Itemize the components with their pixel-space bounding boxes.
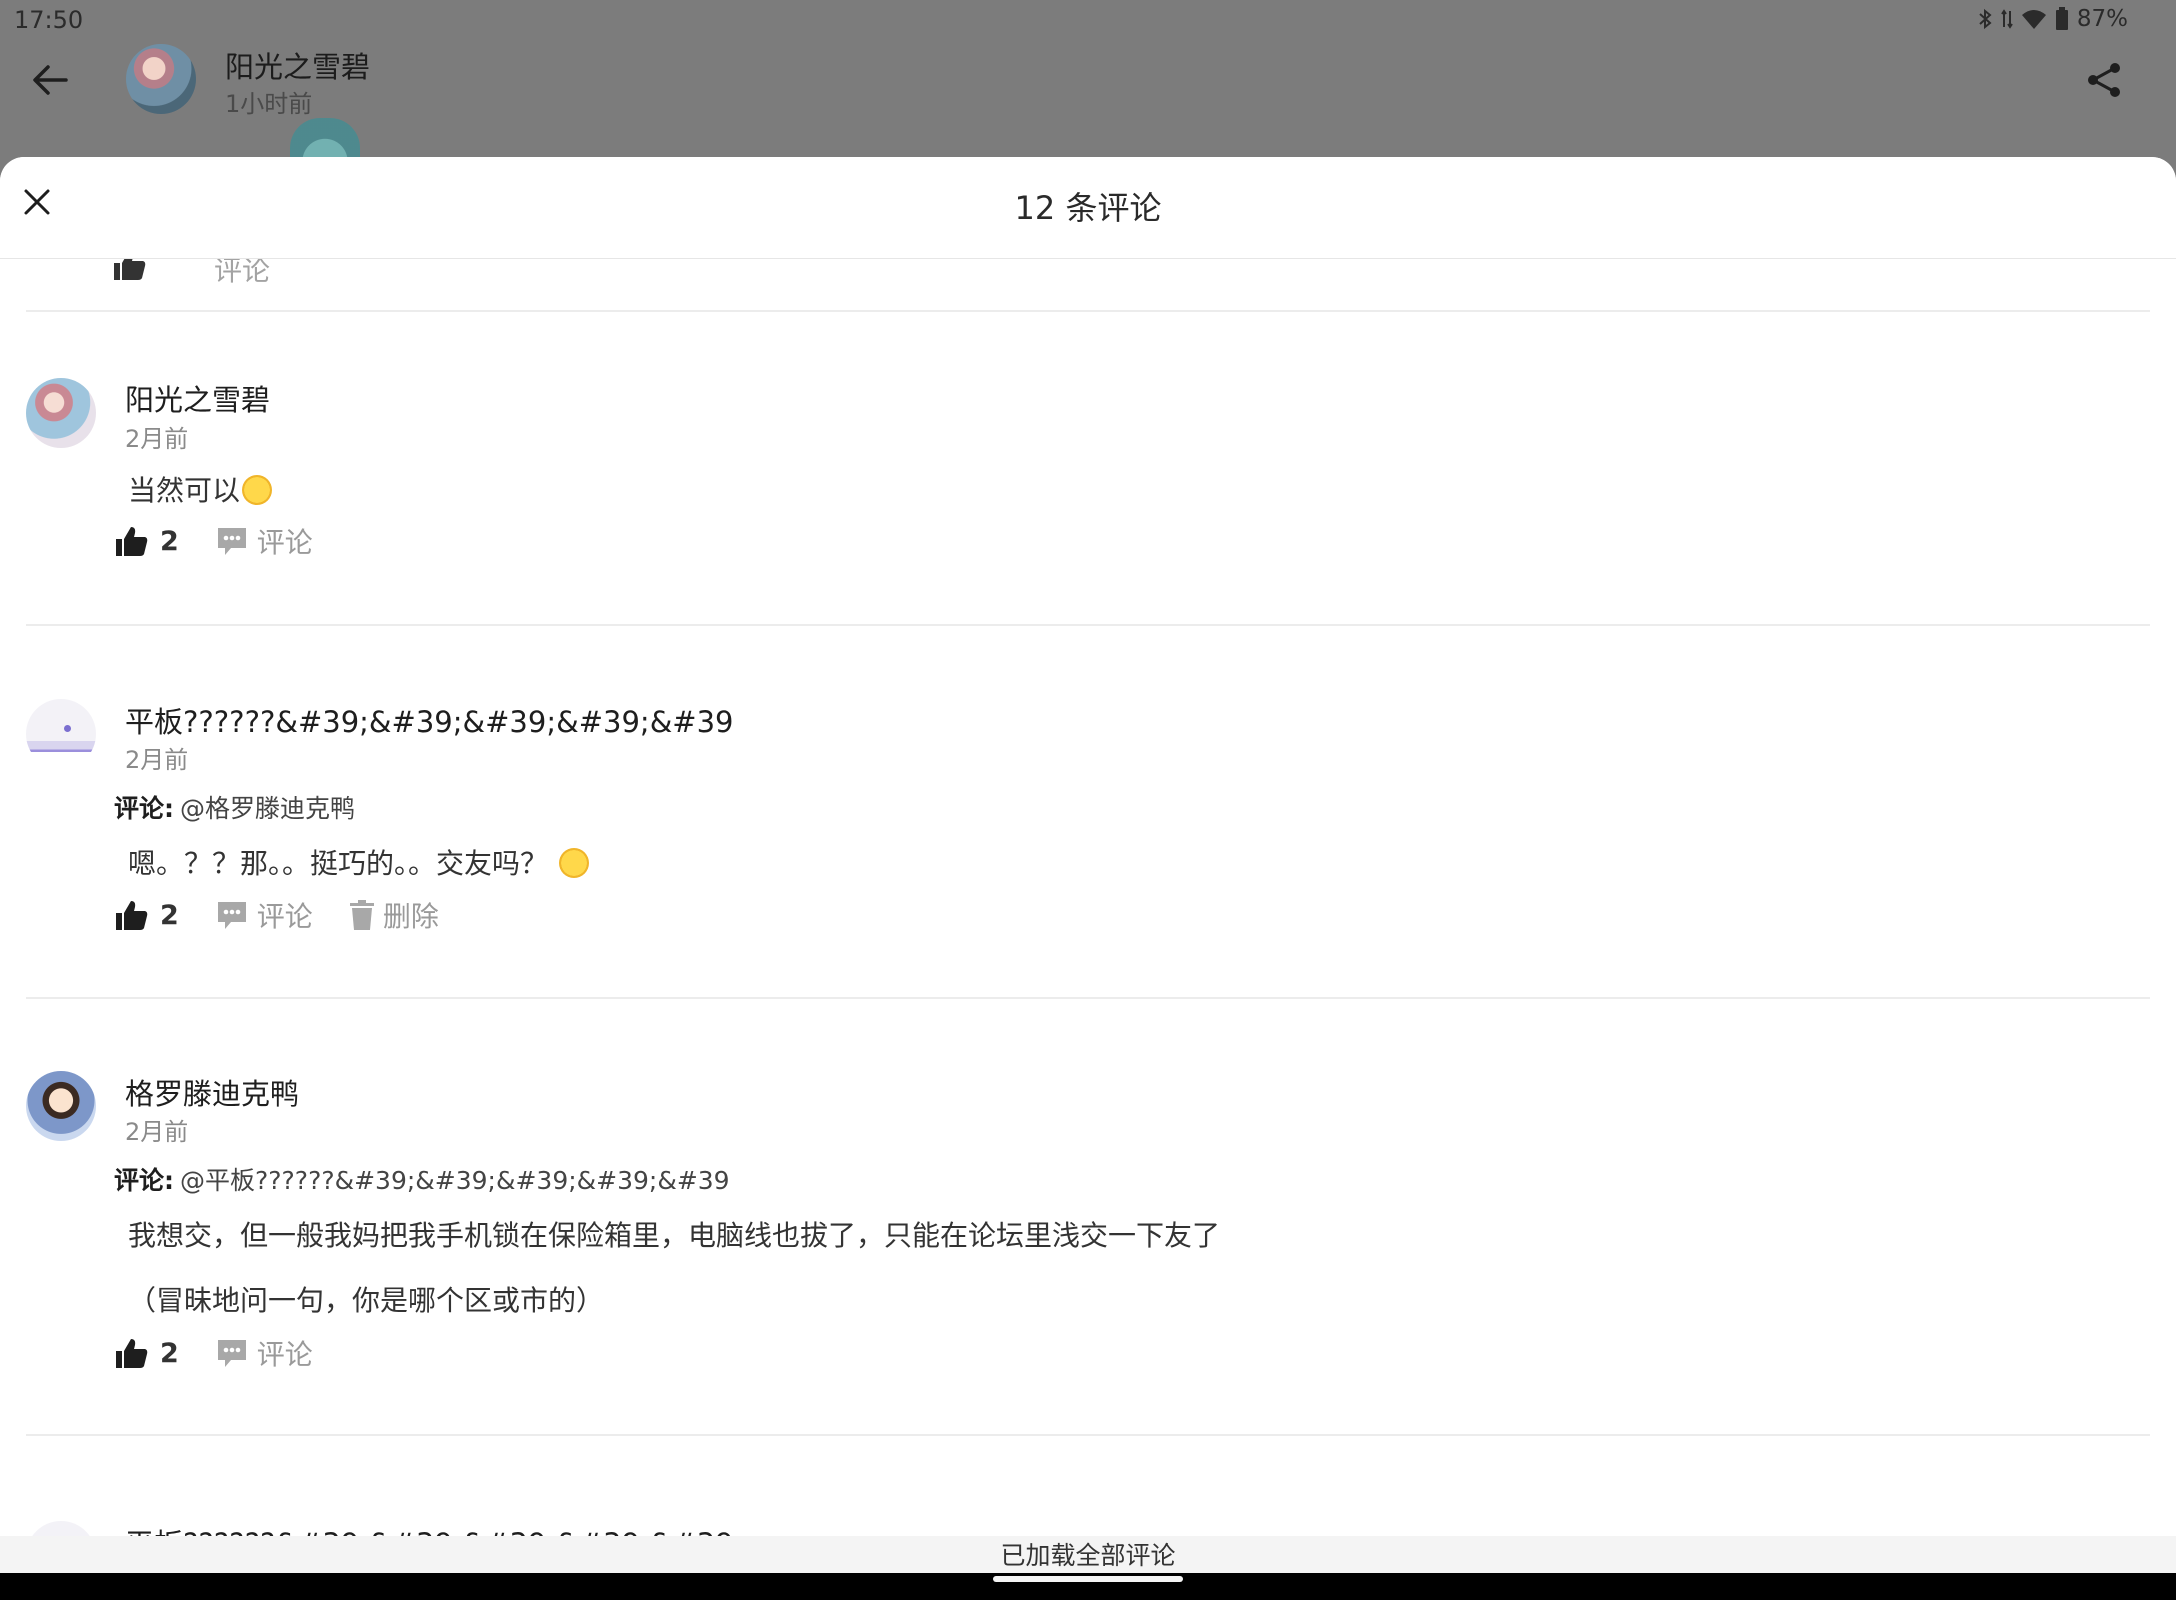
partial-action-row: 评论 [112,259,270,289]
all-loaded-footer: 已加载全部评论 [0,1536,2176,1576]
thumbs-up-icon [116,901,148,930]
comment-time: 2月前 [125,1118,189,1146]
comment-text-line2: （冒昧地问一句，你是哪个区或市的） [128,1284,605,1317]
reply-button[interactable]: 评论 [215,895,313,935]
back-arrow-icon[interactable] [28,58,72,102]
battery-percent: 87% [2076,6,2128,32]
reply-label: 评论 [256,526,313,559]
like-button[interactable]: 2 [114,1337,179,1369]
comment-avatar[interactable] [26,699,96,769]
like-count: 2 [160,899,179,931]
thumbs-up-icon [114,259,146,280]
wifi-icon [2021,10,2046,29]
signal-icon [2001,9,2013,29]
comments-sheet: 12 条评论 评论 阳光之雪碧 2月前 当然可以 2 评论 平板??????&#… [0,157,2176,1600]
like-button[interactable]: 2 [114,899,179,931]
reply-label: 评论 [256,900,313,933]
comment-text: 当然可以 [128,469,273,509]
trash-icon [349,900,374,930]
comment-bubble-icon [217,1340,246,1367]
comment-author[interactable]: 平板??????&#39;&#39;&#39;&#39;&#39 [125,699,734,741]
post-author-avatar[interactable] [126,44,196,114]
battery-icon [2055,7,2068,30]
comment-time: 2月前 [125,425,189,453]
thumbs-up-icon [116,527,148,556]
divider [26,624,2150,626]
comment-actions: 2 评论 [114,1333,349,1373]
reply-label: 评论 [256,1338,313,1371]
comment-actions: 2 评论 [114,521,349,561]
reply-button[interactable]: 评论 [215,1333,313,1373]
divider [26,997,2150,999]
divider [26,1434,2150,1436]
dimmed-post-background: 17:50 87% 阳光之雪碧 1小时前 [0,0,2176,180]
comments-count-title: 12 条评论 [1014,189,1162,227]
comment-author[interactable]: 格罗滕迪克鸭 [125,1071,299,1113]
comment-text: 嗯。？？那。。挺巧的。。交友吗？ [128,842,589,882]
comments-list[interactable]: 评论 阳光之雪碧 2月前 当然可以 2 评论 平板??????&#39;&#39… [0,259,2176,1537]
comment-avatar[interactable] [26,378,96,448]
delete-label: 删除 [382,900,439,933]
share-icon[interactable] [2084,60,2124,100]
reply-reference: 评论: @平板??????&#39;&#39;&#39;&#39;&#39 [114,1161,730,1197]
post-time: 1小时前 [225,90,313,118]
yum-emoji-icon [558,848,589,878]
comment-author[interactable]: 平板??????&#39;&#39;&#39;&#39;&#39 [125,1521,734,1537]
comment-text: 我想交，但一般我妈把我手机锁在保险箱里，电脑线也拔了，只能在论坛里浅交一下友了 [128,1219,1221,1252]
comment-actions: 2 评论 删除 [114,895,475,935]
delete-button[interactable]: 删除 [349,895,439,935]
comment-avatar[interactable] [26,1521,96,1537]
reply-prefix: 评论: [114,794,174,823]
sheet-header: 12 条评论 [0,157,2176,259]
comment-avatar[interactable] [26,1071,96,1141]
like-count: 2 [160,1337,179,1369]
reply-target[interactable]: @平板??????&#39;&#39;&#39;&#39;&#39 [180,1166,730,1195]
comment-bubble-icon [217,528,246,555]
smile-emoji-icon [242,475,273,505]
like-count: 2 [160,525,179,557]
bluetooth-icon [1979,8,1992,30]
reply-prefix: 评论: [114,1166,174,1195]
status-time: 17:50 [14,6,84,34]
comment-author[interactable]: 阳光之雪碧 [125,377,270,419]
comment-text-content: 当然可以 [128,474,241,507]
status-icons: 87% [1977,6,2128,32]
comment-bubble-icon [217,902,246,929]
reply-reference: 评论: @格罗滕迪克鸭 [114,789,355,825]
like-button[interactable]: 2 [114,525,179,557]
thumbs-up-icon [116,1339,148,1368]
comment-text-content: 嗯。？？那。。挺巧的。。交友吗？ [128,847,549,880]
reply-target[interactable]: @格罗滕迪克鸭 [180,794,355,823]
comment-time: 2月前 [125,746,189,774]
partial-comment-label: 评论 [214,259,271,287]
reply-button[interactable]: 评论 [215,521,313,561]
divider [26,310,2150,312]
post-author-name[interactable]: 阳光之雪碧 [225,44,370,86]
home-indicator[interactable] [993,1576,1183,1582]
